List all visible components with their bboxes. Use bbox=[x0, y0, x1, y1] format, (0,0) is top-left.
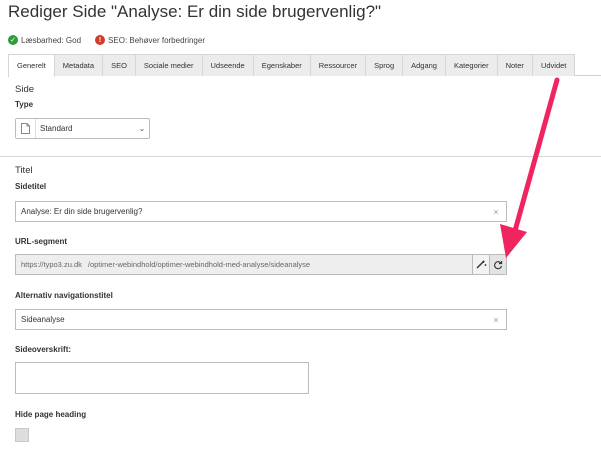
sideoverskrift-textarea[interactable] bbox=[15, 362, 309, 394]
tab-noter[interactable]: Noter bbox=[497, 54, 533, 76]
tab-sprog[interactable]: Sprog bbox=[366, 54, 404, 76]
tab-udvidet[interactable]: Udvidet bbox=[532, 54, 576, 76]
altnav-label: Alternativ navigationstitel bbox=[15, 291, 113, 300]
chevron-down-icon: ⌄ bbox=[138, 124, 146, 133]
url-prefix: https://typo3.zu.dk bbox=[21, 260, 82, 269]
sidetitel-label: Sidetitel bbox=[15, 182, 47, 191]
tab-udseende[interactable]: Udseende bbox=[202, 54, 254, 76]
edit-url-button[interactable] bbox=[472, 255, 489, 274]
tab-metadata[interactable]: Metadata bbox=[54, 54, 104, 76]
status-readability[interactable]: ✓ Læsbarhed: God bbox=[8, 35, 81, 45]
hide-heading-checkbox[interactable] bbox=[15, 428, 29, 442]
status-seo[interactable]: ! SEO: Behøver forbedringer bbox=[95, 35, 205, 45]
url-segment-field[interactable]: https://typo3.zu.dk /optimer-webindhold/… bbox=[15, 254, 507, 275]
refresh-icon bbox=[494, 260, 503, 269]
tab-sociale-medier[interactable]: Sociale medier bbox=[135, 54, 203, 76]
altnav-value: Sideanalyse bbox=[21, 315, 65, 324]
sidetitel-value: Analyse: Er din side brugervenlig? bbox=[21, 207, 143, 216]
clear-icon[interactable]: × bbox=[491, 315, 501, 325]
url-segment-value: /optimer-webindhold/optimer-webindhold-m… bbox=[87, 260, 311, 269]
tab-egenskaber[interactable]: Egenskaber bbox=[253, 54, 311, 76]
type-select-value: Standard bbox=[40, 124, 73, 133]
sideoverskrift-label: Sideoverskrift: bbox=[15, 345, 72, 354]
section-heading-side: Side bbox=[15, 84, 35, 95]
type-select[interactable]: Standard ⌄ bbox=[15, 118, 150, 139]
status-seo-label: SEO: Behøver forbedringer bbox=[108, 35, 205, 45]
hide-heading-label: Hide page heading bbox=[15, 410, 87, 419]
status-bar: ✓ Læsbarhed: God ! SEO: Behøver forbedri… bbox=[8, 33, 219, 47]
tab-adgang[interactable]: Adgang bbox=[403, 54, 446, 76]
tab-generelt[interactable]: Generelt bbox=[8, 54, 55, 77]
check-icon: ✓ bbox=[8, 35, 18, 45]
clear-icon[interactable]: × bbox=[491, 207, 501, 217]
type-label: Type bbox=[15, 100, 34, 109]
tab-kategorier[interactable]: Kategorier bbox=[445, 54, 498, 76]
wand-icon bbox=[476, 260, 486, 269]
altnav-input[interactable]: Sideanalyse × bbox=[15, 309, 507, 330]
warning-icon: ! bbox=[95, 35, 106, 45]
section-divider bbox=[0, 156, 601, 157]
url-segment-label: URL-segment bbox=[15, 237, 68, 246]
recalculate-url-button[interactable] bbox=[489, 255, 506, 274]
status-readability-label: Læsbarhed: God bbox=[21, 35, 82, 45]
tab-seo[interactable]: SEO bbox=[103, 54, 136, 76]
page-icon bbox=[16, 119, 36, 138]
tab-bar: Generelt Metadata SEO Sociale medier Uds… bbox=[8, 54, 601, 77]
section-heading-titel: Titel bbox=[15, 165, 33, 176]
sidetitel-input[interactable]: Analyse: Er din side brugervenlig? × bbox=[15, 201, 507, 222]
tab-ressourcer[interactable]: Ressourcer bbox=[310, 54, 367, 76]
page-title: Rediger Side "Analyse: Er din side bruge… bbox=[8, 2, 382, 21]
